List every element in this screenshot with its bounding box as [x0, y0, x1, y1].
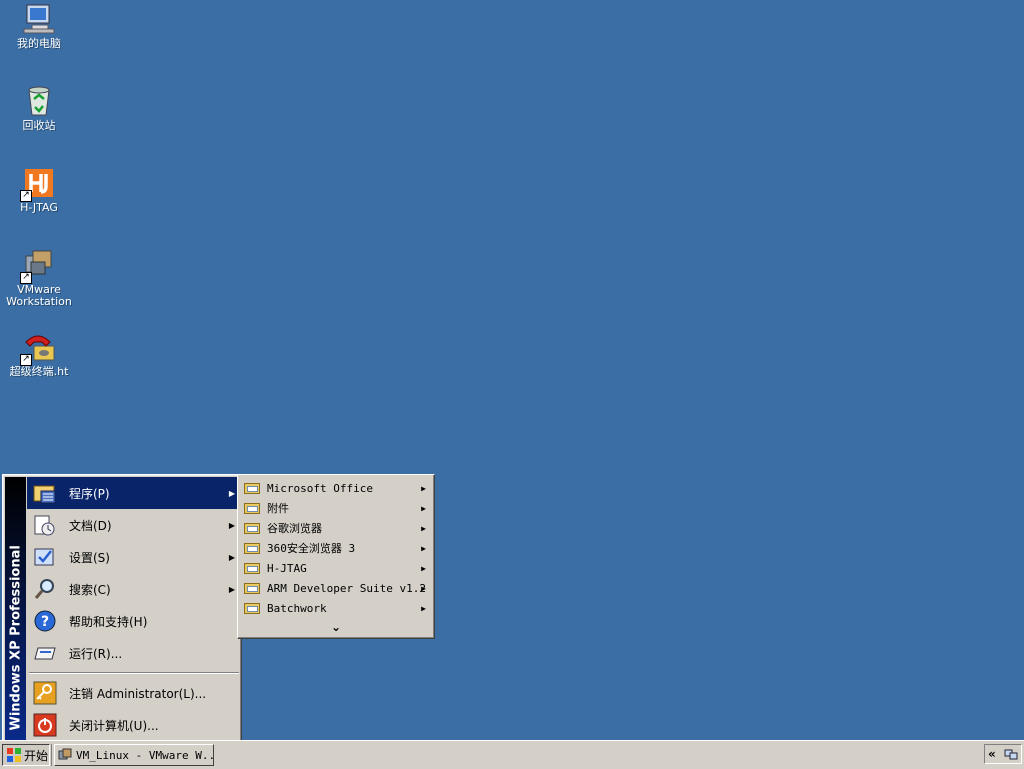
submenu-arrow-icon: ▶ — [421, 543, 426, 553]
submenu-item-hjtag[interactable]: H-JTAG ▶ — [240, 558, 432, 578]
programs-icon — [33, 481, 57, 505]
desktop-icon-vmware[interactable]: ↗ VMware Workstation — [0, 248, 78, 308]
submenu-item-batchwork[interactable]: Batchwork ▶ — [240, 598, 432, 618]
shortcut-arrow-icon: ↗ — [20, 354, 32, 366]
shortcut-arrow-icon: ↗ — [20, 190, 32, 202]
desktop-icon-recycle-bin[interactable]: 回收站 — [0, 84, 78, 132]
shortcut-arrow-icon: ↗ — [20, 272, 32, 284]
desktop-icon-label: 超级终端.ht — [9, 365, 69, 378]
submenu-item-chrome[interactable]: 谷歌浏览器 ▶ — [240, 518, 432, 538]
start-menu-item-shutdown[interactable]: 关闭计算机(U)... — [27, 709, 239, 741]
menu-item-label: 程序(P) — [69, 486, 110, 501]
programs-submenu: Microsoft Office ▶ 附件 ▶ 谷歌浏览器 ▶ 360安全浏览器… — [237, 474, 435, 639]
submenu-item-microsoft-office[interactable]: Microsoft Office ▶ — [240, 478, 432, 498]
submenu-item-label: ARM Developer Suite v1.2 — [267, 581, 426, 595]
documents-icon — [33, 513, 57, 537]
desktop-icon-hjtag[interactable]: ↗ H-JTAG — [0, 166, 78, 214]
submenu-arrow-icon: ▶ — [421, 523, 426, 533]
program-group-folder-icon — [244, 562, 260, 574]
submenu-item-accessories[interactable]: 附件 ▶ — [240, 498, 432, 518]
menu-item-label: 关闭计算机(U)... — [69, 718, 159, 733]
menu-item-label: 文档(D) — [69, 518, 112, 533]
start-menu-item-search[interactable]: 搜索(C) ▶ — [27, 573, 239, 605]
help-icon: ? — [33, 609, 57, 633]
submenu-item-label: 附件 — [267, 502, 289, 515]
tray-expand-button[interactable]: « — [988, 747, 996, 761]
system-tray: « — [984, 744, 1022, 764]
desktop-icon-label: H-JTAG — [20, 201, 58, 214]
vmware-task-icon — [58, 748, 72, 762]
logoff-icon — [33, 681, 57, 705]
program-group-folder-icon — [244, 482, 260, 494]
start-button[interactable]: 开始 — [2, 744, 50, 766]
svg-text:?: ? — [41, 614, 49, 630]
start-menu-item-help[interactable]: ? 帮助和支持(H) — [27, 605, 239, 637]
settings-icon — [33, 545, 57, 569]
taskbar-button-vmware[interactable]: VM_Linux - VMware W... — [54, 744, 214, 766]
desktop-icon-label: VMware Workstation — [6, 283, 72, 308]
submenu-item-label: Microsoft Office — [267, 481, 373, 495]
start-menu-item-logoff[interactable]: 注销 Administrator(L)... — [27, 677, 239, 709]
submenu-arrow-icon: ▶ — [421, 563, 426, 573]
hyperterminal-icon: ↗ — [20, 330, 56, 366]
submenu-item-label: Batchwork — [267, 601, 327, 615]
my-computer-icon — [22, 2, 56, 36]
start-menu-banner: Windows XP Professional — [5, 477, 26, 741]
program-group-folder-icon — [244, 582, 260, 594]
start-menu-item-programs[interactable]: 程序(P) ▶ — [27, 477, 239, 509]
submenu-item-360-browser[interactable]: 360安全浏览器 3 ▶ — [240, 538, 432, 558]
desktop-icon-label: 回收站 — [22, 119, 56, 132]
submenu-arrow-icon: ▶ — [228, 584, 235, 594]
desktop-icon-hyperterminal[interactable]: ↗ 超级终端.ht — [0, 330, 78, 378]
start-menu-item-run[interactable]: 运行(R)... — [27, 637, 239, 669]
windows-flag-icon — [6, 747, 22, 763]
hjtag-icon: ↗ — [20, 166, 56, 202]
start-menu-item-settings[interactable]: 设置(S) ▶ — [27, 541, 239, 573]
search-icon — [33, 577, 57, 601]
submenu-expand-chevron-icon[interactable]: ⌄ — [238, 618, 434, 636]
recycle-bin-icon — [22, 84, 56, 118]
submenu-arrow-icon: ▶ — [421, 603, 426, 613]
submenu-arrow-icon: ▶ — [228, 552, 235, 562]
menu-item-label: 运行(R)... — [69, 646, 123, 661]
submenu-item-label: 谷歌浏览器 — [267, 522, 322, 535]
submenu-item-arm-developer-suite[interactable]: ARM Developer Suite v1.2 ▶ — [240, 578, 432, 598]
start-menu-item-documents[interactable]: 文档(D) ▶ — [27, 509, 239, 541]
start-button-label: 开始 — [24, 748, 49, 763]
submenu-arrow-icon: ▶ — [421, 583, 426, 593]
network-icon[interactable] — [1004, 747, 1018, 761]
menu-item-label: 注销 Administrator(L)... — [69, 686, 207, 701]
submenu-arrow-icon: ▶ — [421, 503, 426, 513]
program-group-folder-icon — [244, 502, 260, 514]
menu-item-label: 设置(S) — [69, 550, 110, 565]
shutdown-icon — [33, 713, 57, 737]
submenu-arrow-icon: ▶ — [228, 520, 235, 530]
menu-separator — [29, 672, 239, 674]
menu-item-label: 帮助和支持(H) — [69, 614, 148, 629]
submenu-arrow-icon: ▶ — [228, 488, 235, 498]
desktop-icon-my-computer[interactable]: 我的电脑 — [0, 2, 78, 50]
run-icon — [33, 641, 57, 665]
submenu-item-label: 360安全浏览器 3 — [267, 542, 356, 555]
banner-text: Windows XP Professional — [8, 545, 24, 731]
taskbar-button-label: VM_Linux - VMware W... — [76, 748, 214, 762]
start-menu: Windows XP Professional 程序(P) ▶ 文档(D) ▶ … — [2, 474, 242, 744]
menu-item-label: 搜索(C) — [69, 582, 111, 597]
program-group-folder-icon — [244, 522, 260, 534]
submenu-item-label: H-JTAG — [267, 561, 307, 575]
program-group-folder-icon — [244, 602, 260, 614]
desktop-icon-label: 我的电脑 — [17, 37, 61, 50]
vmware-icon: ↗ — [20, 248, 56, 284]
program-group-folder-icon — [244, 542, 260, 554]
taskbar: 开始 VM_Linux - VMware W... « — [0, 740, 1024, 769]
submenu-arrow-icon: ▶ — [421, 483, 426, 493]
